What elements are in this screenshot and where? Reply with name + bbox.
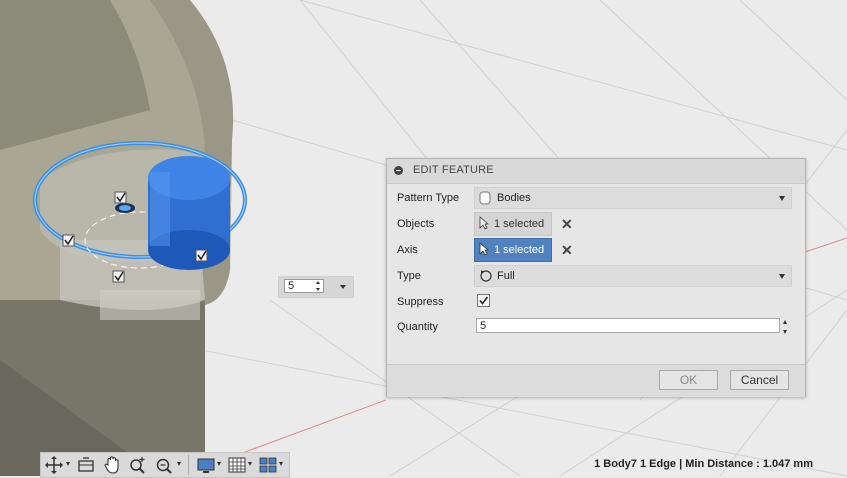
canvas-spin-down-icon[interactable] xyxy=(316,288,320,291)
quantity-spin-up-icon[interactable] xyxy=(783,320,787,324)
pattern-type-label: Pattern Type xyxy=(397,192,460,204)
objects-select-button[interactable]: 1 selected xyxy=(474,212,552,236)
check-icon xyxy=(479,296,489,305)
grid-icon[interactable] xyxy=(228,455,246,475)
full-rotation-icon xyxy=(479,269,493,286)
chevron-down-icon[interactable] xyxy=(177,462,181,466)
clear-axis-icon[interactable]: ✕ xyxy=(561,243,573,257)
clear-objects-icon[interactable]: ✕ xyxy=(561,217,573,231)
chevron-down-icon[interactable] xyxy=(66,462,70,466)
edit-feature-dialog: EDIT FEATURE Pattern Type Bodies Objects… xyxy=(386,158,806,397)
viewports-icon[interactable] xyxy=(259,455,277,475)
look-at-icon[interactable] xyxy=(77,455,95,475)
type-select[interactable]: Full xyxy=(474,265,792,287)
chevron-down-icon[interactable] xyxy=(340,285,346,289)
axis-select-button[interactable]: 1 selected xyxy=(474,238,552,262)
type-value: Full xyxy=(497,270,515,282)
pattern-type-select[interactable]: Bodies xyxy=(474,187,792,209)
collapse-icon[interactable] xyxy=(394,166,403,175)
pattern-type-value: Bodies xyxy=(497,192,531,204)
quantity-input[interactable]: 5 xyxy=(476,318,780,333)
cursor-icon xyxy=(479,242,490,259)
cancel-button[interactable]: Cancel xyxy=(730,370,789,390)
objects-selected-count: 1 selected xyxy=(494,218,545,230)
dialog-header[interactable]: EDIT FEATURE xyxy=(387,159,805,184)
dialog-title: EDIT FEATURE xyxy=(413,164,494,176)
suppress-checkbox[interactable] xyxy=(477,294,490,307)
navigation-toolbar xyxy=(40,452,290,478)
display-settings-icon[interactable] xyxy=(197,455,215,475)
objects-label: Objects xyxy=(397,218,435,230)
cursor-icon xyxy=(479,216,490,233)
zoom-icon[interactable] xyxy=(129,455,147,475)
status-bar-text: 1 Body7 1 Edge | Min Distance : 1.047 mm xyxy=(594,458,813,470)
chevron-down-icon xyxy=(779,196,785,201)
type-label: Type xyxy=(397,270,421,282)
pan-icon[interactable] xyxy=(103,455,121,475)
chevron-down-icon[interactable] xyxy=(217,462,221,466)
chevron-down-icon xyxy=(779,274,785,279)
ok-button[interactable]: OK xyxy=(659,370,718,390)
canvas-quantity-spinner[interactable]: 5 xyxy=(278,276,354,298)
toolbar-divider xyxy=(188,455,189,475)
axis-selected-count: 1 selected xyxy=(494,244,545,256)
suppress-label: Suppress xyxy=(397,296,444,308)
chevron-down-icon[interactable] xyxy=(279,462,283,466)
chevron-down-icon[interactable] xyxy=(248,462,252,466)
fit-icon[interactable] xyxy=(155,455,173,475)
bodies-icon xyxy=(479,191,491,208)
quantity-label: Quantity xyxy=(397,321,438,333)
dialog-footer: OK Cancel xyxy=(387,364,805,397)
blue-cylinder-body[interactable] xyxy=(148,156,230,270)
canvas-spin-up-icon[interactable] xyxy=(316,281,320,284)
orbit-icon[interactable] xyxy=(45,455,63,475)
axis-label: Axis xyxy=(397,244,418,256)
quantity-spin-down-icon[interactable] xyxy=(783,330,787,334)
